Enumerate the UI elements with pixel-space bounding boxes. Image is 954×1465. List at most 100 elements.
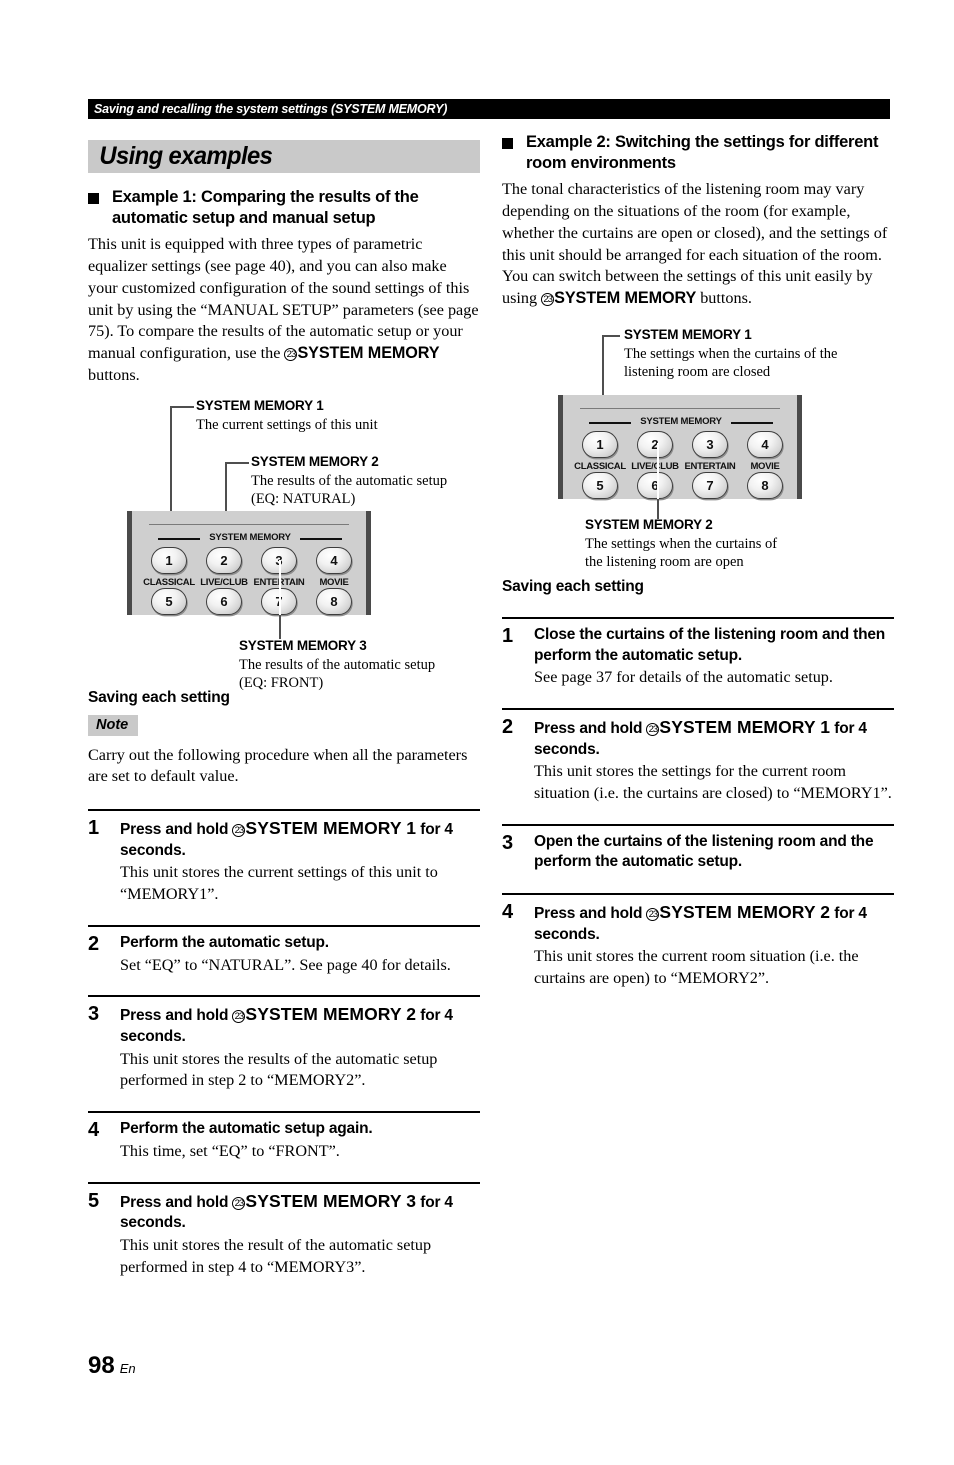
memory-button-4[interactable]: 4 [747,430,783,458]
section-title-band: Using examples [88,140,480,173]
memory-button-5[interactable]: 5 [151,587,187,615]
right-step-4: 4 Press and hold 23 SYSTEM MEMORY 2 for 4… [502,892,894,990]
example2-intro-part2: buttons. [696,289,752,308]
remote-panel-example1: SYSTEM MEMORY 1 2 3 4 CLASSICAL LIVE/CLU… [127,510,371,615]
memory-button-5-label: 5 [596,477,604,493]
right-step-4-number: 4 [502,900,514,923]
r-callout2-leader-vertical [657,498,659,519]
panel-left-edge [558,394,563,499]
left-step-1-title: Press and hold 23 SYSTEM MEMORY 1 for 4 s… [120,817,480,861]
example1-figure: SYSTEM MEMORY 1 The current settings of … [88,395,480,691]
memory-button-5[interactable]: 5 [582,471,618,499]
memory-button-8[interactable]: 8 [747,471,783,499]
circled-number-23-icon: 23 [232,1196,246,1210]
left-step-2-number: 2 [88,933,100,956]
circled-number-23-icon: 23 [284,348,298,362]
system-memory-rule-left [158,537,200,541]
page-title: Using examples [99,142,273,170]
left-step-5-title-strong: SYSTEM MEMORY 3 [245,1190,417,1211]
left-step-4-title: Perform the automatic setup again. [120,1120,373,1138]
running-header-title: Saving and recalling the system settings… [94,102,448,116]
note-block: Note Carry out the following procedure w… [88,714,480,789]
right-step-3: 3 Open the curtains of the listening roo… [502,823,894,874]
callout3-desc-line1: The results of the automatic setup [239,656,436,673]
memory-button-4-label: 4 [330,552,338,568]
left-step-1: 1 Press and hold 23 SYSTEM MEMORY 1 for 4… [88,809,480,906]
memory-button-1[interactable]: 1 [582,430,618,458]
right-step-2-title-strong: SYSTEM MEMORY 1 [659,716,831,737]
example1-heading: Example 1: Comparing the results of the … [88,187,480,229]
right-step-2-title: Press and hold 23 SYSTEM MEMORY 1 for 4 s… [534,716,894,760]
memory-button-6[interactable]: 6 [206,587,242,615]
panel-system-memory-label: SYSTEM MEMORY [640,415,722,427]
right-step-2-number: 2 [502,715,514,738]
circled-number-23-icon: 23 [541,293,555,307]
panel-hairline [580,407,780,409]
memory-button-8-label: 8 [761,477,769,493]
memory-button-6[interactable]: 6 [637,471,673,499]
memory-button-7[interactable]: 7 [692,471,728,499]
callout3-title: SYSTEM MEMORY 3 [239,637,367,653]
right-saving-subhead: Saving each setting [502,577,644,595]
right-step-2-title-pre: Press and hold [534,719,647,737]
callout1-leader-horizontal [170,405,194,408]
memory-button-5-label: 5 [165,593,173,609]
left-step-2-title: Perform the automatic setup. [120,934,329,952]
note-tag: Note [88,714,139,736]
manual-page: Saving and recalling the system settings… [0,0,954,1465]
panel-system-memory-label: SYSTEM MEMORY [209,531,291,543]
callout1-desc: The current settings of this unit [196,416,378,433]
square-bullet-icon [88,193,99,204]
callout3-leader-vertical [279,614,281,639]
r-callout1-desc-line1: The settings when the curtains of the [624,345,838,362]
left-step-5-title-pre: Press and hold [120,1193,233,1211]
example1-intro-bold: SYSTEM MEMORY [297,344,440,363]
left-step-2-desc: Set “EQ” to “NATURAL”. See page 40 for d… [120,955,451,974]
right-step-1-title: Close the curtains of the listening room… [534,625,886,664]
system-memory-rule-right [731,421,773,425]
left-step-3: 3 Press and hold 23 SYSTEM MEMORY 2 for 4… [88,995,480,1092]
memory-button-4-label: 4 [761,436,769,452]
right-step-1: 1 Close the curtains of the listening ro… [502,616,894,689]
r-callout1-title: SYSTEM MEMORY 1 [624,326,752,342]
r-callout2-desc-line1: The settings when the curtains of [585,535,778,552]
right-step-1-desc: See page 37 for details of the automatic… [534,668,833,687]
right-step-4-title-pre: Press and hold [534,904,647,922]
note-text: Carry out the following procedure when a… [88,745,468,786]
footer-page-number: 98 [88,1352,115,1379]
left-step-3-title-pre: Press and hold [120,1007,233,1025]
memory-button-2-label: 2 [220,552,228,568]
memory-button-4[interactable]: 4 [316,546,352,574]
memory-button-1[interactable]: 1 [151,546,187,574]
page-footer: 98 En [88,1352,136,1380]
right-step-4-title: Press and hold 23 SYSTEM MEMORY 2 for 4 s… [534,901,894,945]
remote-panel-example2: SYSTEM MEMORY 1 2 3 4 CLASSICAL LIVE/CLU… [558,394,802,499]
left-step-1-desc: This unit stores the current settings of… [120,863,438,904]
memory-button-7-label: 7 [706,477,714,493]
r-callout1-leader-horizontal [602,334,620,337]
memory-button-2[interactable]: 2 [637,430,673,458]
r-callout1-leader-vertical [602,334,604,397]
memory-button-3[interactable]: 3 [692,430,728,458]
example2-heading: Example 2: Switching the settings for di… [502,132,894,174]
example1-intro-paragraph: This unit is equipped with three types o… [88,234,480,386]
memory-button-1-label: 1 [165,552,173,568]
left-step-3-title: Press and hold 23 SYSTEM MEMORY 2 for 4 s… [120,1003,480,1047]
memory-button-2[interactable]: 2 [206,546,242,574]
left-step-3-title-strong: SYSTEM MEMORY 2 [245,1004,417,1025]
example1-intro-part2: buttons. [88,365,140,384]
mode-label-movie: MOVIE [750,460,780,472]
callout3-leader-over-panel [278,559,282,615]
right-step-2-desc: This unit stores the settings for the cu… [534,762,892,802]
right-step-4-desc: This unit stores the current room situat… [534,947,859,987]
left-step-5-number: 5 [88,1189,100,1212]
left-step-1-title-strong: SYSTEM MEMORY 1 [245,818,417,839]
memory-button-8[interactable]: 8 [316,587,352,615]
example2-figure: SYSTEM MEMORY 1 The settings when the cu… [502,324,894,572]
memory-button-8-label: 8 [330,593,338,609]
left-step-5-desc: This unit stores the result of the autom… [120,1235,432,1276]
callout2-title: SYSTEM MEMORY 2 [251,453,379,469]
example1-heading-text: Example 1: Comparing the results of the … [112,188,419,228]
left-step-2: 2 Perform the automatic setup. Set “EQ” … [88,925,480,976]
callout2-desc-line2: (EQ: NATURAL) [251,490,356,507]
